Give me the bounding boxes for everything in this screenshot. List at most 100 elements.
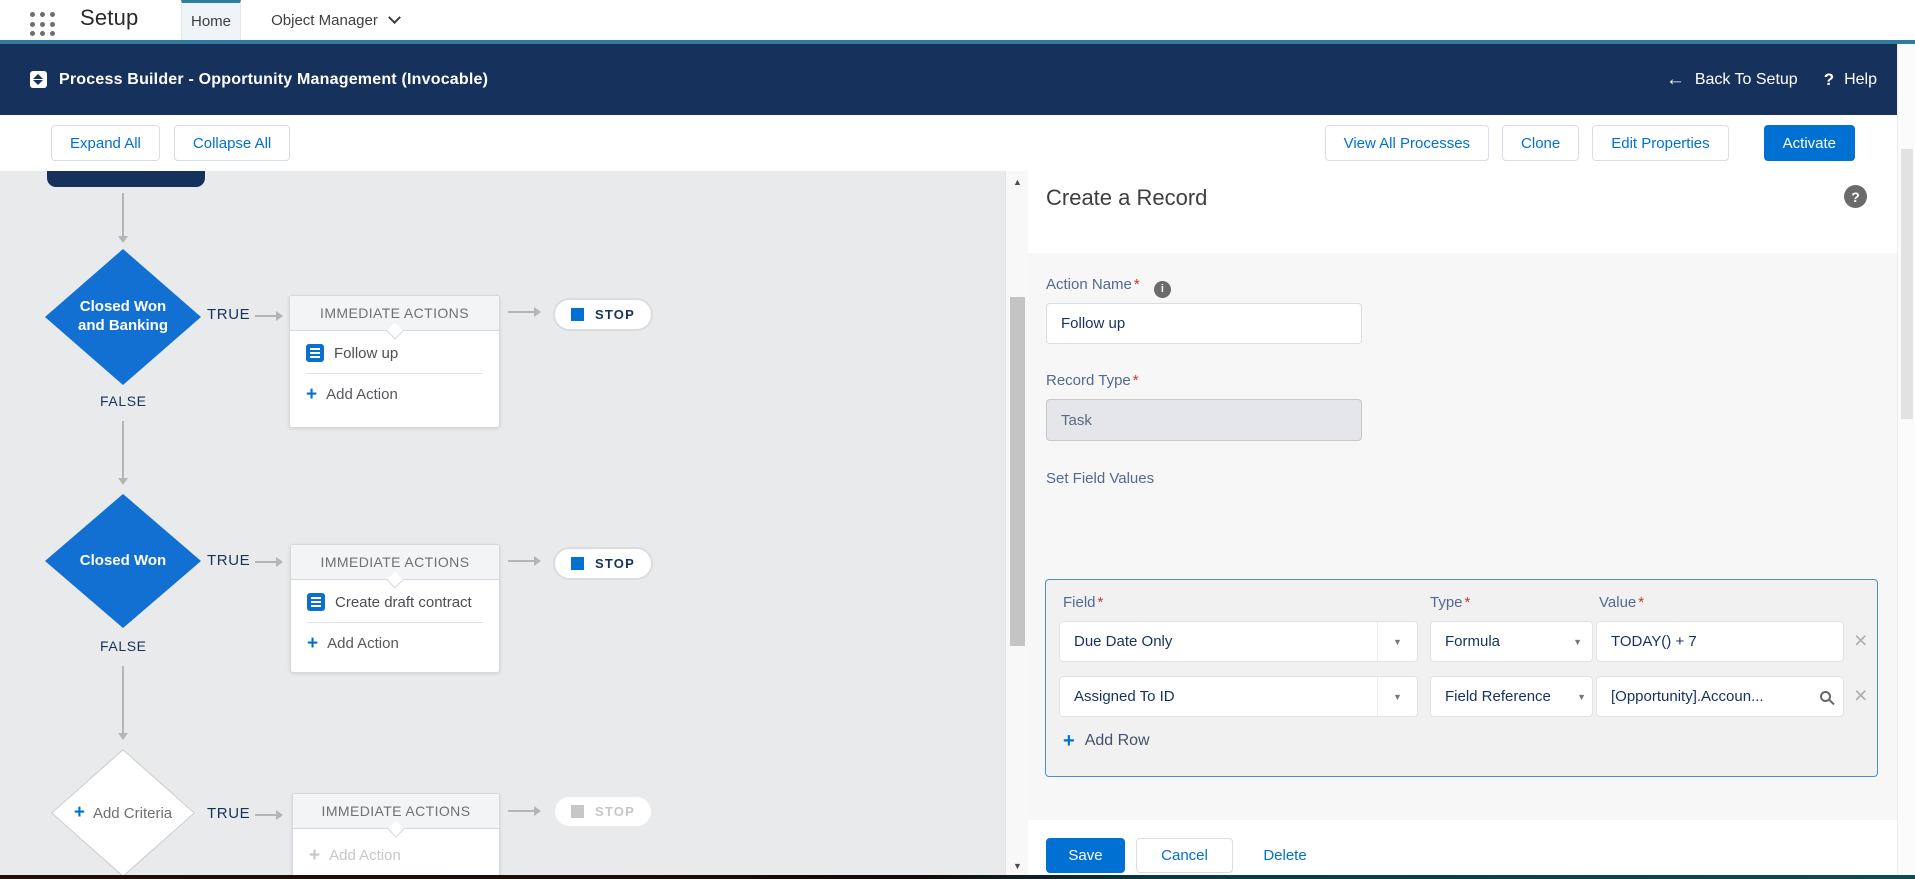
view-all-processes-button[interactable]: View All Processes <box>1324 125 1490 161</box>
connector-right-arrow <box>255 311 283 321</box>
back-arrow-icon: ← <box>1665 68 1685 90</box>
set-field-values-table: Field * Type * Value * Due Date Only ▼ Form… <box>1045 579 1878 777</box>
type-select-row2[interactable]: Field Reference ▼ <box>1430 676 1593 717</box>
record-type-value: Task <box>1061 411 1092 429</box>
stop-square-icon <box>571 557 585 570</box>
search-icon <box>1820 691 1831 702</box>
chevron-down-icon <box>387 10 401 24</box>
panel-help-icon[interactable]: ? <box>1844 185 1867 208</box>
collapse-all-button[interactable]: Collapse All <box>173 125 291 161</box>
required-asterisk: * <box>1097 594 1104 611</box>
create-record-panel: Create a Record ? Action Name * i Follow … <box>1028 171 1897 879</box>
action-name-value: Follow up <box>1061 315 1126 332</box>
delete-button[interactable]: Delete <box>1250 838 1320 873</box>
stop-node-inactive: STOP <box>553 795 653 828</box>
false-label: FALSE <box>100 638 147 654</box>
value-column-header: Value * <box>1599 594 1645 611</box>
immediate-actions-title: IMMEDIATE ACTIONS <box>320 554 470 570</box>
field-select-value: Assigned To ID <box>1074 688 1175 705</box>
app-launcher-waffle-icon[interactable] <box>30 12 57 38</box>
remove-row-icon[interactable]: × <box>1854 684 1867 707</box>
help-link[interactable]: ? Help <box>1824 70 1877 90</box>
panel-form: Action Name * i Follow up Record Type * Ta… <box>1028 253 1897 820</box>
save-button[interactable]: Save <box>1046 838 1125 873</box>
help-question-icon: ? <box>1823 69 1835 89</box>
tab-home[interactable]: Home <box>181 0 241 40</box>
criteria-label: Closed Won <box>79 551 167 569</box>
stop-label: STOP <box>595 804 635 819</box>
immediate-actions-header: IMMEDIATE ACTIONS <box>293 794 499 838</box>
info-icon[interactable]: i <box>1153 280 1171 298</box>
plus-icon: + <box>307 633 319 654</box>
set-field-values-label: Set Field Values <box>1046 470 1155 487</box>
immediate-actions-title: IMMEDIATE ACTIONS <box>321 803 471 819</box>
remove-row-icon[interactable]: × <box>1854 629 1867 652</box>
type-select-value: Field Reference <box>1445 688 1551 705</box>
edit-properties-button[interactable]: Edit Properties <box>1592 125 1729 161</box>
activate-button[interactable]: Activate <box>1763 125 1855 161</box>
required-asterisk: * <box>1133 276 1140 293</box>
add-criteria-diamond[interactable]: + Add Criteria <box>51 749 195 877</box>
type-column-header: Type * <box>1430 594 1471 611</box>
immediate-actions-box: IMMEDIATE ACTIONS Follow up + Add Action <box>289 295 500 428</box>
stop-node: STOP <box>553 547 653 580</box>
value-input-row1[interactable]: TODAY() + 7 <box>1596 621 1844 662</box>
connector-right-arrow <box>508 556 541 566</box>
required-asterisk: * <box>1132 372 1139 389</box>
add-action-link[interactable]: + Add Action <box>291 623 499 664</box>
field-select-row2[interactable]: Assigned To ID ▼ <box>1059 676 1418 717</box>
plus-icon: + <box>73 802 85 823</box>
back-to-setup-link[interactable]: ← Back To Setup <box>1666 69 1798 91</box>
add-row-link[interactable]: + Add Row <box>1063 731 1150 751</box>
connector-right-arrow <box>508 806 541 816</box>
canvas-scrollbar[interactable]: ▲ ▼ <box>1005 171 1028 879</box>
action-record-icon <box>306 344 324 362</box>
add-criteria-label: Add Criteria <box>92 804 173 822</box>
stop-square-icon <box>571 805 585 818</box>
action-name-input[interactable]: Follow up <box>1046 303 1362 344</box>
required-asterisk: * <box>1638 594 1645 611</box>
action-item-label: Follow up <box>334 344 399 362</box>
expand-all-button[interactable]: Expand All <box>51 125 160 161</box>
panel-title: Create a Record <box>1046 185 1208 210</box>
add-action-link[interactable]: + Add Action <box>290 374 499 415</box>
help-label: Help <box>1844 70 1877 88</box>
criteria-diamond-closed-won[interactable]: Closed Won <box>45 494 201 628</box>
value-text: [Opportunity].Accoun... <box>1611 688 1764 705</box>
field-column-header: Field * <box>1063 594 1104 611</box>
plus-icon: + <box>306 384 318 405</box>
canvas-scrollbar-thumb[interactable] <box>1010 297 1025 646</box>
value-lookup-row2[interactable]: [Opportunity].Accoun... <box>1596 676 1844 717</box>
add-action-label: Add Action <box>326 386 398 403</box>
window-bottom-edge <box>0 875 1915 879</box>
record-type-input-disabled: Task <box>1046 399 1362 441</box>
field-select-row1[interactable]: Due Date Only ▼ <box>1059 621 1418 662</box>
page-scrollbar-thumb[interactable] <box>1901 149 1913 419</box>
true-label: TRUE <box>207 552 251 569</box>
scroll-down-icon[interactable]: ▼ <box>1006 861 1029 871</box>
process-canvas: Closed Won and Banking TRUE IMMEDIATE AC… <box>0 171 1005 879</box>
add-row-label: Add Row <box>1084 732 1150 749</box>
add-criteria-inner: + Add Criteria <box>52 750 194 876</box>
type-select-value: Formula <box>1445 633 1501 650</box>
back-to-setup-label: Back To Setup <box>1694 70 1798 88</box>
process-builder-icon <box>30 71 47 88</box>
tab-object-manager[interactable]: Object Manager <box>241 0 429 40</box>
process-toolbar: Expand All Collapse All View All Process… <box>0 115 1897 171</box>
value-text: TODAY() + 7 <box>1611 633 1697 650</box>
setup-logo: Setup <box>80 5 139 30</box>
process-start-node[interactable] <box>47 171 205 187</box>
clone-button[interactable]: Clone <box>1502 125 1580 161</box>
criteria-diamond-closed-won-and-banking[interactable]: Closed Won and Banking <box>45 249 201 385</box>
cancel-button[interactable]: Cancel <box>1136 838 1233 873</box>
type-select-row1[interactable]: Formula ▼ <box>1430 621 1593 662</box>
connector-down-arrow <box>118 666 128 740</box>
field-select-value: Due Date Only <box>1074 633 1173 650</box>
page-scrollbar[interactable] <box>1897 44 1915 879</box>
stop-square-icon <box>571 308 585 321</box>
dropdown-arrow-icon: ▼ <box>1573 636 1582 647</box>
immediate-actions-box: IMMEDIATE ACTIONS Create draft contract … <box>290 544 500 673</box>
true-label: TRUE <box>207 805 251 822</box>
action-record-icon <box>307 593 325 611</box>
scroll-up-icon[interactable]: ▲ <box>1006 177 1029 187</box>
